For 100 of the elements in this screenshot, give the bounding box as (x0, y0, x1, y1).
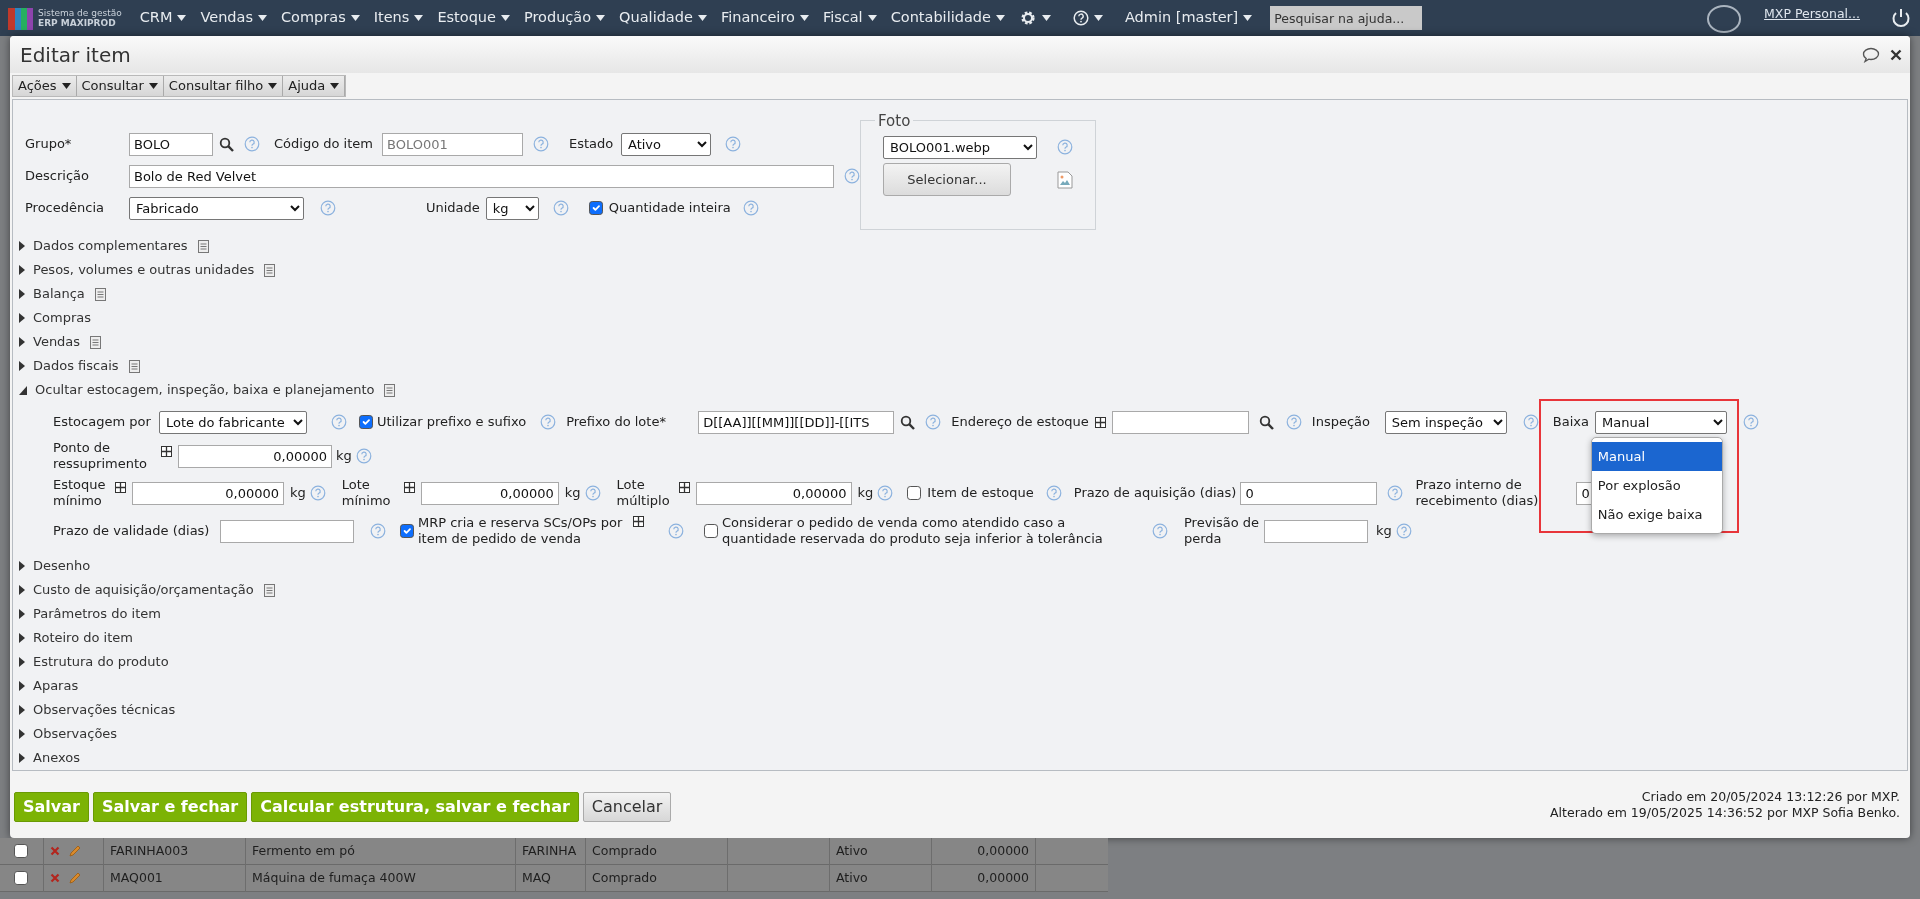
text-field[interactable]: Bolo de Red Velvet (129, 164, 834, 188)
text-field[interactable]: 0,00000 (178, 444, 332, 468)
checkbox[interactable] (359, 415, 373, 430)
help-icon[interactable] (331, 414, 347, 431)
expand-icon[interactable] (161, 446, 172, 458)
select-field[interactable]: Fabricado (129, 196, 304, 220)
section-toggle[interactable]: Aparas (19, 676, 79, 696)
help-icon[interactable] (742, 200, 759, 217)
select-field[interactable]: Sem inspeção (1384, 410, 1507, 434)
toolbar-menu[interactable]: Consultar filho (163, 76, 284, 97)
text-field[interactable]: 0 (1240, 481, 1378, 505)
expand-icon[interactable] (403, 482, 415, 494)
nav-menu[interactable]: Itens (373, 7, 424, 29)
nav-menu[interactable]: Fiscal (822, 7, 877, 29)
search-icon[interactable] (219, 136, 234, 152)
select-button[interactable]: Selecionar... (883, 163, 1011, 197)
select-field[interactable]: Lote do fabricante (159, 410, 307, 434)
help-icon[interactable] (1743, 414, 1759, 431)
help-icon[interactable] (877, 485, 894, 502)
help-icon[interactable] (1057, 139, 1073, 156)
select-field[interactable]: Manual (1595, 410, 1727, 434)
checkbox[interactable] (400, 524, 414, 539)
help-icon[interactable] (925, 414, 942, 431)
help-icon[interactable] (725, 136, 741, 153)
expand-icon[interactable] (1094, 416, 1106, 428)
text-field[interactable]: 0,00000 (132, 481, 284, 505)
nav-menu[interactable]: Financeiro (720, 7, 809, 29)
nav-menu[interactable]: CRM (139, 7, 187, 29)
help-icon[interactable] (668, 523, 684, 540)
delete-icon[interactable] (50, 846, 60, 856)
toolbar-menu[interactable]: Consultar (76, 76, 164, 97)
select-field[interactable]: Ativo (621, 132, 711, 156)
section-toggle[interactable]: Roteiro do item (19, 628, 133, 648)
section-toggle[interactable]: Observações técnicas (19, 700, 176, 720)
dropdown-option[interactable]: Por explosão (1591, 470, 1722, 500)
help-icon[interactable] (552, 200, 569, 217)
help-icon[interactable] (1152, 523, 1168, 540)
help-icon[interactable] (533, 136, 549, 153)
pencil-icon[interactable] (68, 844, 82, 858)
checkbox[interactable] (907, 486, 922, 501)
nav-menu[interactable]: Contabilidade (890, 7, 1005, 29)
section-toggle[interactable]: Dados fiscais (19, 356, 119, 376)
text-field[interactable]: 0,00000 (420, 481, 559, 505)
expand-icon[interactable] (678, 482, 690, 494)
text-field[interactable]: BOLO (129, 132, 213, 156)
expand-icon[interactable] (633, 516, 644, 528)
section-toggle[interactable]: Ocultar estocagem, inspeção, baixa e planejamento (19, 380, 375, 400)
user-menu[interactable]: Admin [master] (1124, 7, 1253, 29)
toolbar-menu[interactable]: Ajuda (283, 76, 346, 97)
section-toggle[interactable]: Estrutura do produto (19, 652, 169, 672)
nav-menu[interactable]: Estoque (437, 7, 510, 29)
section-toggle[interactable]: Compras (19, 308, 92, 328)
section-toggle[interactable]: Vendas (19, 332, 81, 352)
help-icon[interactable] (370, 523, 386, 540)
section-toggle[interactable]: Desenho (19, 556, 91, 576)
text-field[interactable] (1264, 519, 1368, 543)
help-icon[interactable] (1285, 414, 1302, 431)
account-link[interactable]: MXP Personal... (1764, 5, 1860, 24)
cancel-button[interactable]: Cancelar (582, 791, 672, 822)
section-toggle[interactable]: Pesos, volumes e outras unidades (19, 260, 255, 280)
help-icon[interactable] (1045, 485, 1062, 502)
help-icon[interactable] (244, 136, 260, 153)
section-toggle[interactable]: Anexos (19, 748, 80, 768)
power-icon[interactable] (1890, 7, 1912, 29)
checkbox[interactable] (14, 871, 28, 885)
help-icon[interactable] (309, 485, 326, 502)
nav-menu[interactable]: Produção (523, 7, 606, 29)
checkbox[interactable] (14, 844, 28, 858)
select-field[interactable]: kg (485, 196, 539, 220)
search-icon[interactable] (1258, 414, 1274, 430)
nav-menu[interactable]: Compras (281, 7, 360, 29)
pencil-icon[interactable] (68, 871, 82, 885)
section-toggle[interactable]: Dados complementares (19, 236, 188, 256)
nav-menu[interactable]: Vendas (200, 7, 267, 29)
help-icon[interactable] (540, 414, 557, 431)
avatar-icon[interactable] (1706, 3, 1743, 33)
toolbar-menu[interactable]: Ações (13, 76, 77, 97)
help-icon[interactable] (1395, 523, 1412, 540)
dropdown-option[interactable]: Manual (1591, 441, 1722, 471)
search-field[interactable]: Pesquisar na ajuda... (1270, 6, 1423, 30)
help-icon[interactable] (844, 168, 860, 185)
help-icon[interactable] (584, 485, 601, 502)
help-icon[interactable] (355, 448, 372, 465)
dropdown-option[interactable]: Não exige baixa (1591, 499, 1722, 529)
section-toggle[interactable]: Custo de aquisição/orçamentação (19, 580, 254, 600)
select-field[interactable]: BOLO001.webp (883, 135, 1037, 159)
help-menu[interactable] (1072, 10, 1103, 26)
help-icon[interactable] (320, 200, 336, 217)
text-field[interactable] (220, 519, 354, 543)
help-icon[interactable] (1522, 414, 1539, 431)
delete-icon[interactable] (50, 873, 60, 883)
section-toggle[interactable]: Parâmetros do item (19, 604, 161, 624)
text-field[interactable] (1111, 410, 1249, 434)
comment-icon[interactable] (1862, 46, 1880, 63)
help-icon[interactable] (1387, 485, 1404, 502)
expand-icon[interactable] (115, 482, 126, 494)
section-toggle[interactable]: Observações (19, 724, 118, 744)
text-field[interactable]: 0,00000 (695, 481, 852, 505)
close-icon[interactable] (1890, 48, 1902, 61)
section-toggle[interactable]: Balança (19, 284, 85, 304)
